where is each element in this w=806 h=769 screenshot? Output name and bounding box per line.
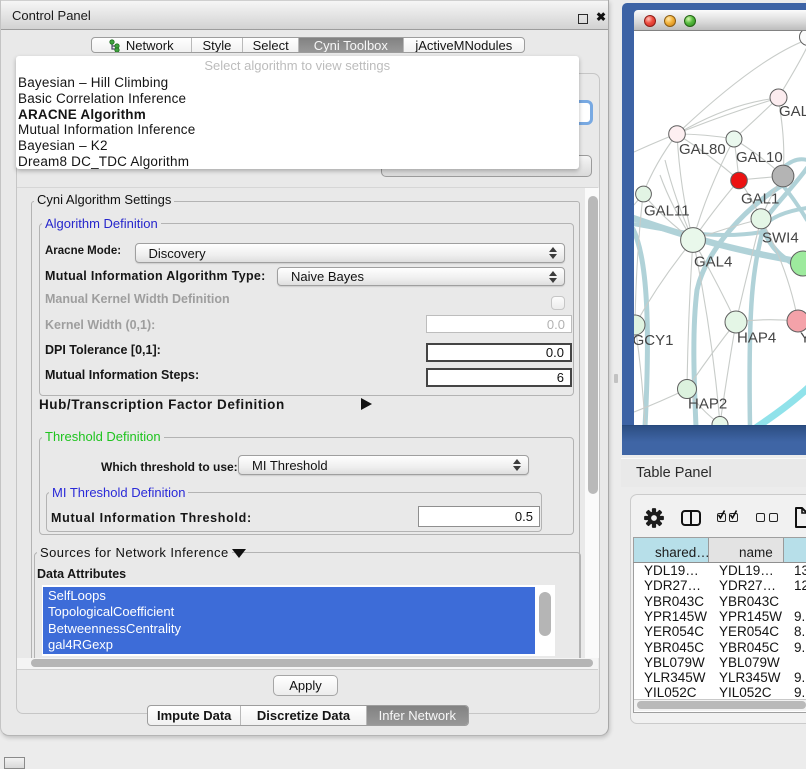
svg-text:YL: YL <box>800 330 806 347</box>
svg-text:GAL11: GAL11 <box>644 203 690 220</box>
svg-text:GAL1: GAL1 <box>741 191 779 208</box>
svg-text:GCY1: GCY1 <box>634 332 673 349</box>
svg-text:GAL4: GAL4 <box>694 254 732 271</box>
svg-text:GAL80: GAL80 <box>679 141 726 158</box>
svg-text:HAP4: HAP4 <box>737 330 776 347</box>
svg-text:SWI4: SWI4 <box>762 230 799 247</box>
svg-text:GAL7: GAL7 <box>779 103 806 120</box>
svg-text:GAL10: GAL10 <box>736 149 783 166</box>
svg-text:HAP2: HAP2 <box>688 396 727 413</box>
